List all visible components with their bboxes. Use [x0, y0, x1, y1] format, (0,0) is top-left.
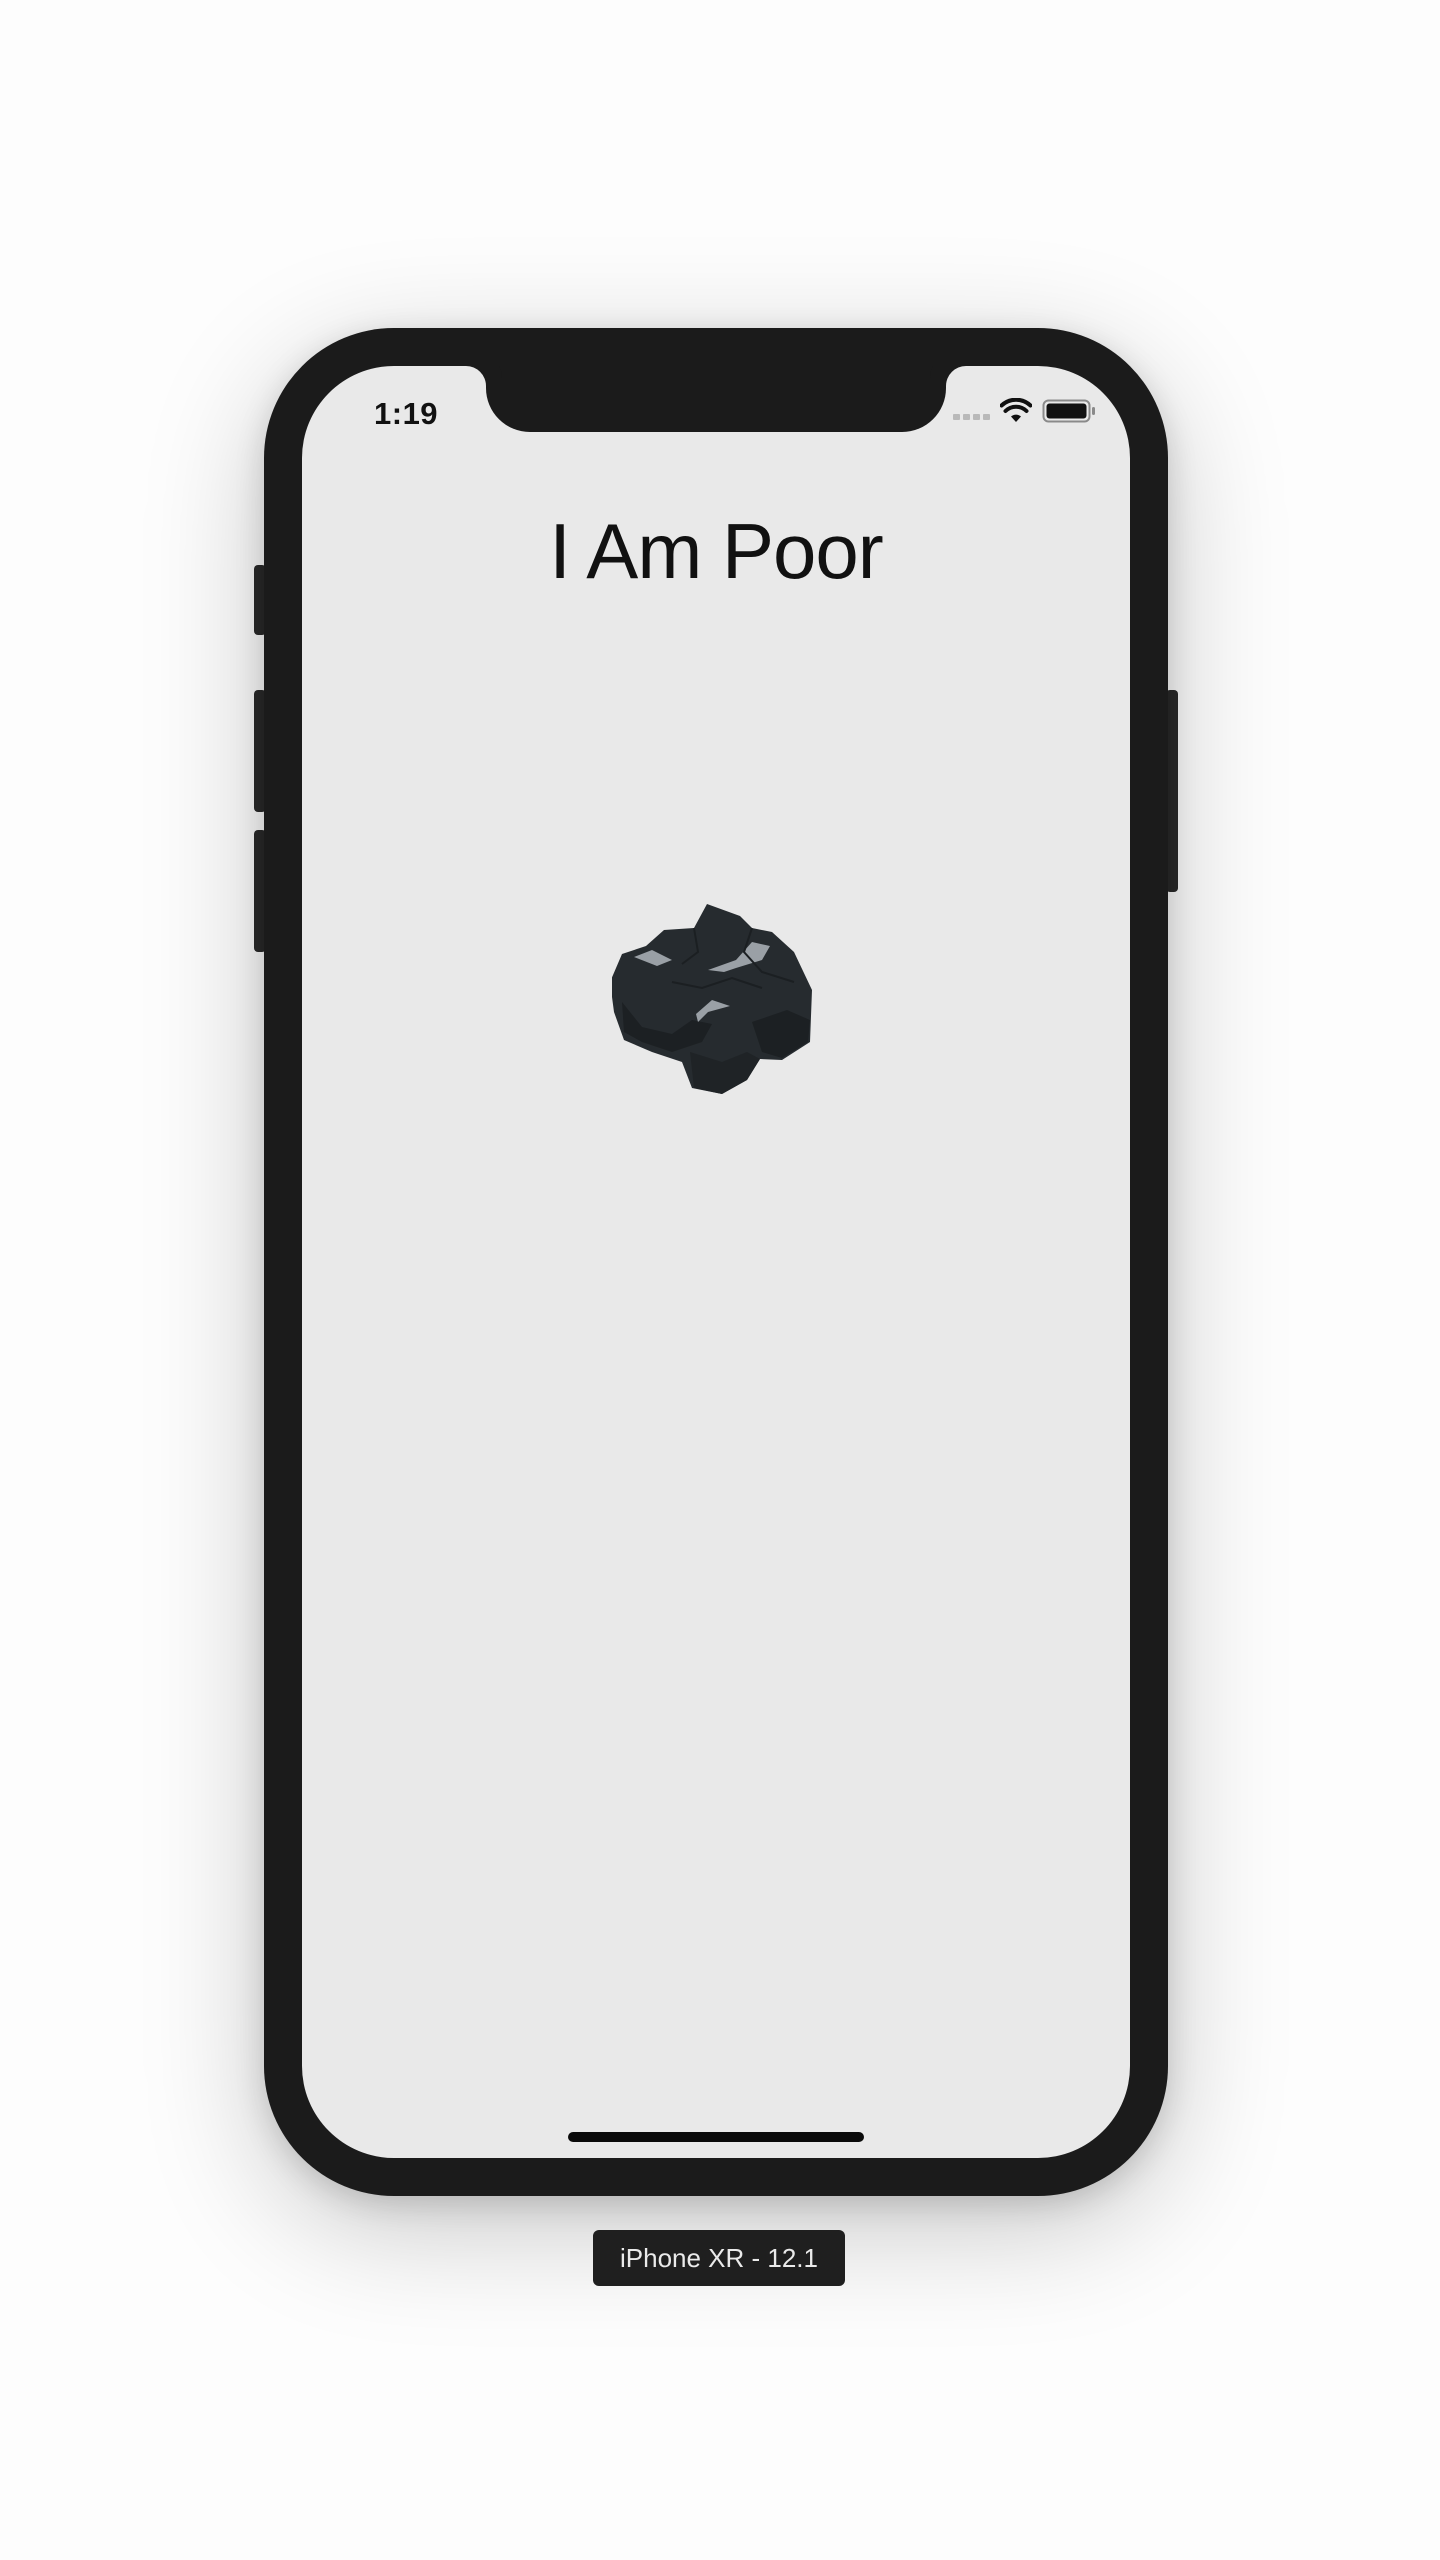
notch: [486, 366, 946, 432]
status-icons: [953, 398, 1096, 424]
status-time: 1:19: [374, 396, 439, 431]
wifi-icon: [1000, 398, 1032, 422]
device-label: iPhone XR - 12.1: [593, 2230, 845, 2286]
home-indicator[interactable]: [568, 2132, 864, 2142]
app-title: I Am Poor: [549, 507, 883, 595]
cellular-signal-icon: [953, 414, 990, 420]
coal-icon: [612, 904, 812, 1094]
simulator-stage: 1:19 I Am Poor iPhone XR - 12.1: [0, 0, 1440, 2560]
phone-screen[interactable]: 1:19 I Am Poor: [302, 366, 1130, 2158]
battery-icon: [1042, 399, 1095, 423]
